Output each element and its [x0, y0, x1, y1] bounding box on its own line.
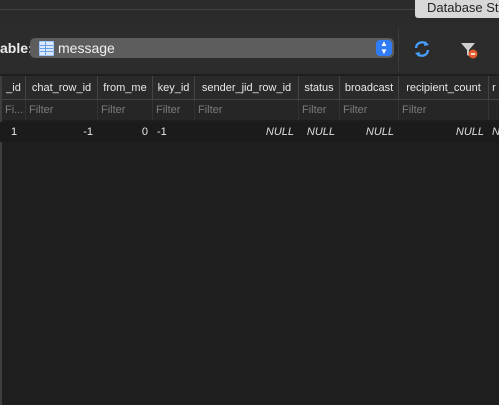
filter-field-from-me[interactable]: Filter — [98, 100, 153, 120]
column-header-partial[interactable]: r — [489, 76, 499, 100]
cell-id[interactable]: 1 — [2, 124, 26, 140]
table-label: able: — [0, 40, 33, 56]
column-header-status[interactable]: status — [299, 76, 340, 100]
filter-button[interactable] — [456, 36, 482, 62]
cell-status[interactable]: NULL — [299, 124, 340, 140]
cell-sender-jid-row-id[interactable]: NULL — [195, 124, 299, 140]
column-header-id[interactable]: _id — [2, 76, 26, 100]
database-structure-tab[interactable]: Database St — [415, 0, 499, 18]
table-icon — [39, 41, 54, 56]
column-header-key-id[interactable]: key_id — [153, 76, 195, 100]
filter-field-recipient-count[interactable]: Filter — [399, 100, 489, 120]
data-grid: _id chat_row_id from_me key_id sender_ji… — [0, 76, 499, 405]
column-header-recipient-count[interactable]: recipient_count — [399, 76, 489, 100]
cell-partial[interactable]: N — [489, 124, 499, 140]
cell-broadcast[interactable]: NULL — [340, 124, 399, 140]
column-header-from-me[interactable]: from_me — [98, 76, 153, 100]
select-stepper-icon: ▲ ▼ — [376, 40, 392, 56]
cell-recipient-count[interactable]: NULL — [399, 124, 489, 140]
toolbar: able: message ▲ ▼ — [0, 26, 499, 74]
filter-field-key-id[interactable]: Filter — [153, 100, 195, 120]
table-select[interactable]: message ▲ ▼ — [30, 38, 394, 58]
refresh-icon — [414, 41, 430, 57]
filter-field-status[interactable]: Filter — [299, 100, 340, 120]
toolbar-separator — [398, 28, 399, 72]
cell-chat-row-id[interactable]: -1 — [26, 124, 98, 140]
title-divider — [0, 9, 415, 10]
refresh-button[interactable] — [409, 36, 435, 62]
filter-field-chat-row-id[interactable]: Filter — [26, 100, 98, 120]
column-header-chat-row-id[interactable]: chat_row_id — [26, 76, 98, 100]
title-bar: Database St — [0, 0, 499, 26]
filter-field-id[interactable]: Fi... — [2, 100, 26, 120]
filter-field-sender-jid-row-id[interactable]: Filter — [195, 100, 299, 120]
table-select-value: message — [58, 40, 115, 56]
filter-field-partial[interactable] — [489, 100, 499, 120]
filter-icon — [461, 43, 478, 59]
column-header-broadcast[interactable]: broadcast — [340, 76, 399, 100]
filter-field-broadcast[interactable]: Filter — [340, 100, 399, 120]
column-header-sender-jid-row-id[interactable]: sender_jid_row_id — [195, 76, 299, 100]
cell-key-id[interactable]: -1 — [153, 124, 195, 140]
cell-from-me[interactable]: 0 — [98, 124, 153, 140]
